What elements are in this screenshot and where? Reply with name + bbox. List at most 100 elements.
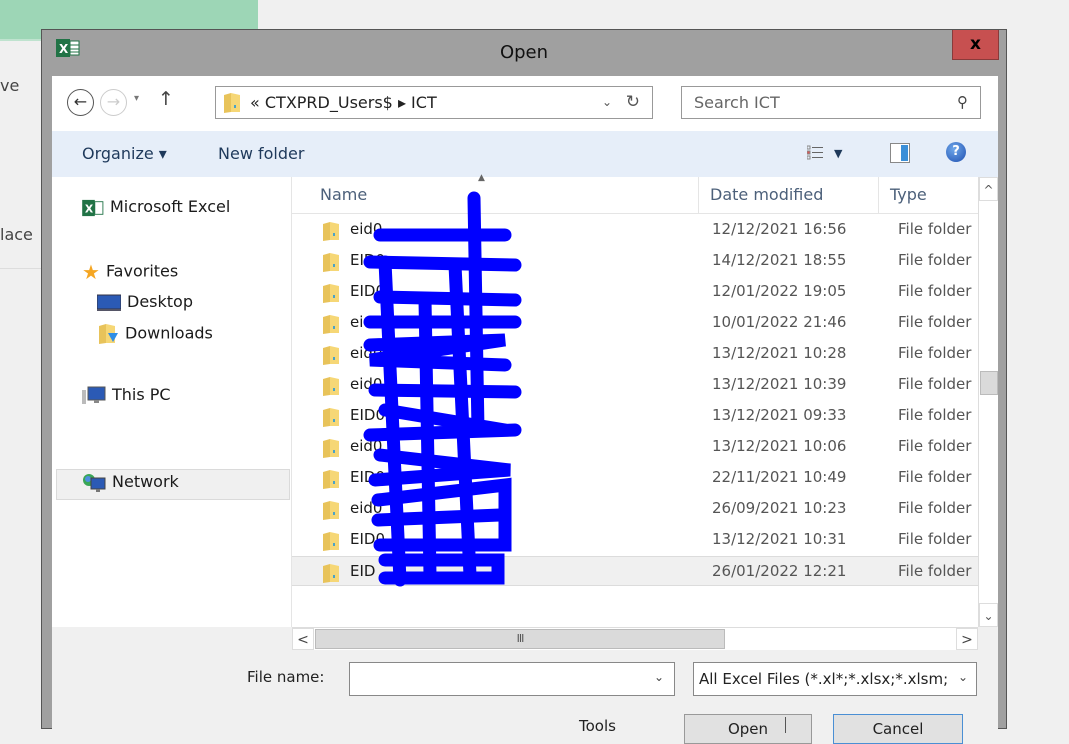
scroll-up-button[interactable]: ^ xyxy=(979,177,998,201)
help-button[interactable]: ? xyxy=(946,142,966,162)
column-header-date-modified[interactable]: Date modified xyxy=(710,185,823,204)
folder-icon xyxy=(323,377,339,396)
file-row[interactable]: EID0 22/11/2021 10:49 File folder xyxy=(292,463,978,493)
file-row[interactable]: eid0 10/01/2022 21:46 File folder xyxy=(292,308,978,338)
file-row[interactable]: EID0 13/12/2021 10:31 File folder xyxy=(292,525,978,555)
file-type: File folder xyxy=(898,437,972,455)
scroll-left-button[interactable]: < xyxy=(292,628,314,650)
sidebar-item-microsoft-excel[interactable]: X Microsoft Excel xyxy=(82,197,230,217)
file-date-modified: 13/12/2021 10:06 xyxy=(712,437,847,455)
sidebar-item-desktop[interactable]: Desktop xyxy=(97,292,193,312)
new-folder-button[interactable]: New folder xyxy=(218,144,304,163)
address-path[interactable]: « CTXPRD_Users$ ▸ ICT xyxy=(250,93,437,112)
file-date-modified: 10/01/2022 21:46 xyxy=(712,313,847,331)
address-bar[interactable]: « CTXPRD_Users$ ▸ ICT ⌄ ↻ xyxy=(215,86,653,119)
back-button[interactable]: ← xyxy=(67,89,94,116)
folder-icon xyxy=(323,439,339,458)
vertical-scroll-thumb[interactable] xyxy=(980,371,998,395)
column-divider[interactable] xyxy=(878,177,879,214)
vertical-scrollbar[interactable]: ^ ⌄ xyxy=(978,177,998,627)
file-type: File folder xyxy=(898,499,972,517)
open-dialog: X Open x ← → ▾ ↑ « CTXPRD_Users$ ▸ ICT ⌄ xyxy=(41,29,1007,744)
view-options-icon[interactable] xyxy=(807,145,823,161)
file-type: File folder xyxy=(898,406,972,424)
folder-icon xyxy=(323,470,339,489)
file-name: EID xyxy=(350,562,376,580)
preview-pane-button[interactable] xyxy=(890,143,910,163)
address-dropdown-button[interactable]: ⌄ xyxy=(602,95,612,109)
file-name-label: File name: xyxy=(247,668,325,686)
tools-menu[interactable]: Tools xyxy=(579,717,616,735)
search-input[interactable]: Search ICT xyxy=(694,93,780,112)
star-icon: ★ xyxy=(82,260,100,284)
file-row[interactable]: EID0 14/12/2021 18:55 File folder xyxy=(292,246,978,276)
file-name: eid0 xyxy=(350,499,383,517)
file-type: File folder xyxy=(898,344,972,362)
scroll-right-button[interactable]: > xyxy=(956,628,978,650)
column-divider[interactable] xyxy=(698,177,699,214)
desktop-icon xyxy=(97,294,121,311)
computer-icon xyxy=(82,386,106,404)
file-type-select[interactable]: All Excel Files (*.xl*;*.xlsx;*.xlsm; ⌄ xyxy=(693,662,977,696)
network-icon xyxy=(83,473,106,492)
downloads-icon xyxy=(99,324,118,344)
title-bar[interactable]: X Open x xyxy=(42,30,1006,75)
file-row[interactable]: EID0 12/01/2022 19:05 File folder xyxy=(292,277,978,307)
chevron-down-icon[interactable]: ⌄ xyxy=(958,670,968,684)
file-date-modified: 12/12/2021 16:56 xyxy=(712,220,847,238)
scroll-down-button[interactable]: ⌄ xyxy=(979,603,998,627)
file-type: File folder xyxy=(898,251,972,269)
horizontal-scroll-thumb[interactable]: III xyxy=(315,629,725,649)
forward-button[interactable]: → xyxy=(100,89,127,116)
search-box[interactable]: Search ICT ⚲ xyxy=(681,86,981,119)
close-button[interactable]: x xyxy=(952,30,999,60)
sidebar-item-downloads[interactable]: Downloads xyxy=(97,323,213,345)
file-row[interactable]: EID 26/01/2022 12:21 File folder xyxy=(292,556,978,586)
column-header-name[interactable]: Name xyxy=(320,185,367,204)
file-date-modified: 13/12/2021 10:39 xyxy=(712,375,847,393)
open-button[interactable]: Open xyxy=(684,714,812,744)
file-row[interactable]: eid0 26/09/2021 10:23 File folder xyxy=(292,494,978,524)
sort-ascending-icon: ▲ xyxy=(478,173,485,183)
file-row[interactable]: eid0 13/12/2021 10:28 File folder xyxy=(292,339,978,369)
file-row[interactable]: EID0 13/12/2021 09:33 File folder xyxy=(292,401,978,431)
horizontal-scrollbar[interactable]: < III > xyxy=(292,627,978,650)
folder-icon xyxy=(224,93,240,113)
file-name: EID0 xyxy=(350,251,385,269)
sidebar-item-favorites[interactable]: ★ Favorites xyxy=(82,260,178,284)
background-text-fragment: lace xyxy=(0,225,33,244)
background-divider xyxy=(0,268,41,269)
sidebar-item-network[interactable]: Network xyxy=(82,472,179,493)
file-row[interactable]: eid0 13/12/2021 10:06 File folder xyxy=(292,432,978,462)
file-name: eid0 xyxy=(350,344,383,362)
sidebar-item-label: Network xyxy=(112,472,179,491)
cancel-button[interactable]: Cancel xyxy=(833,714,963,744)
sidebar-item-label: Desktop xyxy=(127,292,193,311)
sidebar-item-this-pc[interactable]: This PC xyxy=(82,385,171,406)
folder-icon xyxy=(323,501,339,520)
file-date-modified: 26/09/2021 10:23 xyxy=(712,499,847,517)
file-date-modified: 12/01/2022 19:05 xyxy=(712,282,847,300)
dialog-title: Open xyxy=(499,42,549,63)
file-row[interactable]: eid0 13/12/2021 10:39 File folder xyxy=(292,370,978,400)
sidebar-item-label: Downloads xyxy=(125,323,213,343)
recent-locations-dropdown[interactable]: ▾ xyxy=(134,93,139,104)
file-type: File folder xyxy=(898,313,972,331)
file-date-modified: 26/01/2022 12:21 xyxy=(712,562,847,580)
file-name-dropdown[interactable]: ⌄ xyxy=(654,670,664,684)
search-icon[interactable]: ⚲ xyxy=(957,93,968,111)
up-button[interactable]: ↑ xyxy=(158,88,174,110)
column-header-type[interactable]: Type xyxy=(890,185,927,204)
file-name-input[interactable]: ⌄ xyxy=(349,662,675,696)
file-name: EID0 xyxy=(350,406,385,424)
organize-menu[interactable]: Organize ▾ xyxy=(82,144,167,163)
folder-icon xyxy=(323,532,339,551)
folder-icon xyxy=(323,346,339,365)
arrow-left-icon: ← xyxy=(73,92,88,111)
view-options-dropdown[interactable]: ▼ xyxy=(834,147,842,160)
file-type: File folder xyxy=(898,375,972,393)
file-row[interactable]: eid0 12/12/2021 16:56 File folder xyxy=(292,215,978,245)
refresh-button[interactable]: ↻ xyxy=(626,92,640,112)
file-date-modified: 14/12/2021 18:55 xyxy=(712,251,847,269)
file-type: File folder xyxy=(898,562,972,580)
